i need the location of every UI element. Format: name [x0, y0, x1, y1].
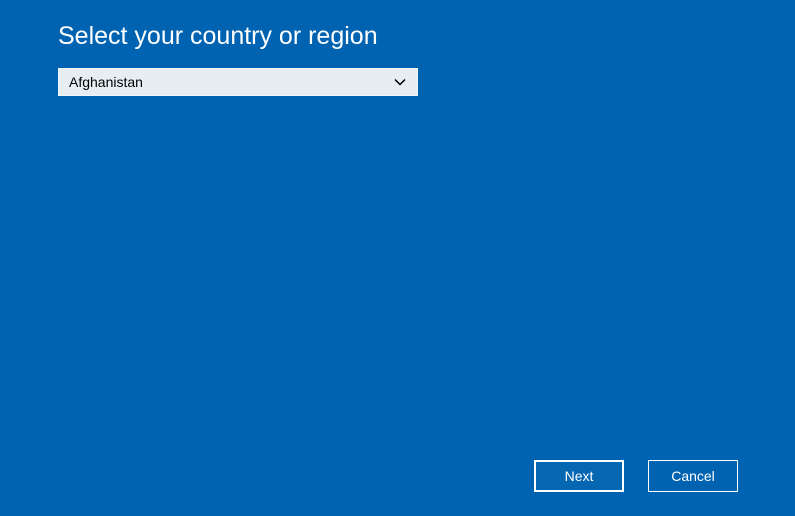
country-region-dropdown[interactable]: Afghanistan	[58, 68, 418, 96]
chevron-down-icon	[393, 75, 407, 89]
cancel-button[interactable]: Cancel	[648, 460, 738, 492]
button-row: Next Cancel	[534, 460, 738, 492]
dropdown-selected-value: Afghanistan	[69, 74, 393, 90]
next-button[interactable]: Next	[534, 460, 624, 492]
page-title: Select your country or region	[58, 22, 378, 51]
